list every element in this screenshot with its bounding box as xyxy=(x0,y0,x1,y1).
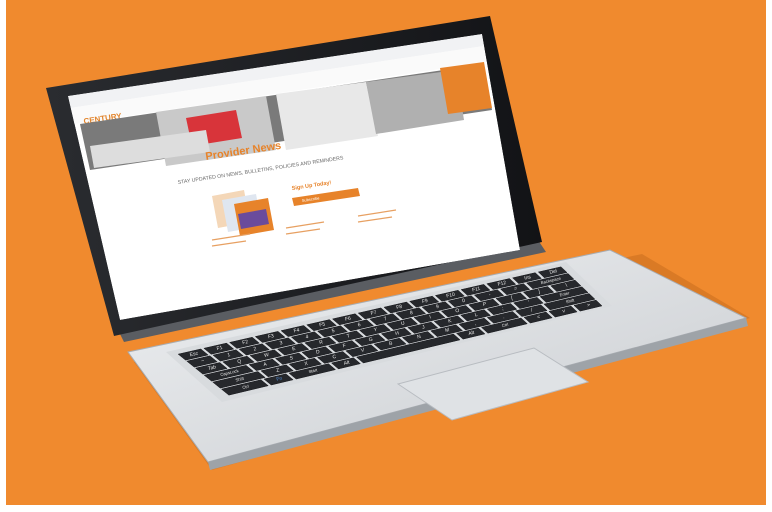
orange-background: Esc F1 F2 F3 F4 F5 F6 F7 F8 F9 F10 F11 F12 Ins Del ~1 2 3… xyxy=(6,0,766,505)
laptop-illustration: EscF1F2F3F4F5F6F7F8F9F10F11F12InsDel~123… xyxy=(46,16,750,470)
